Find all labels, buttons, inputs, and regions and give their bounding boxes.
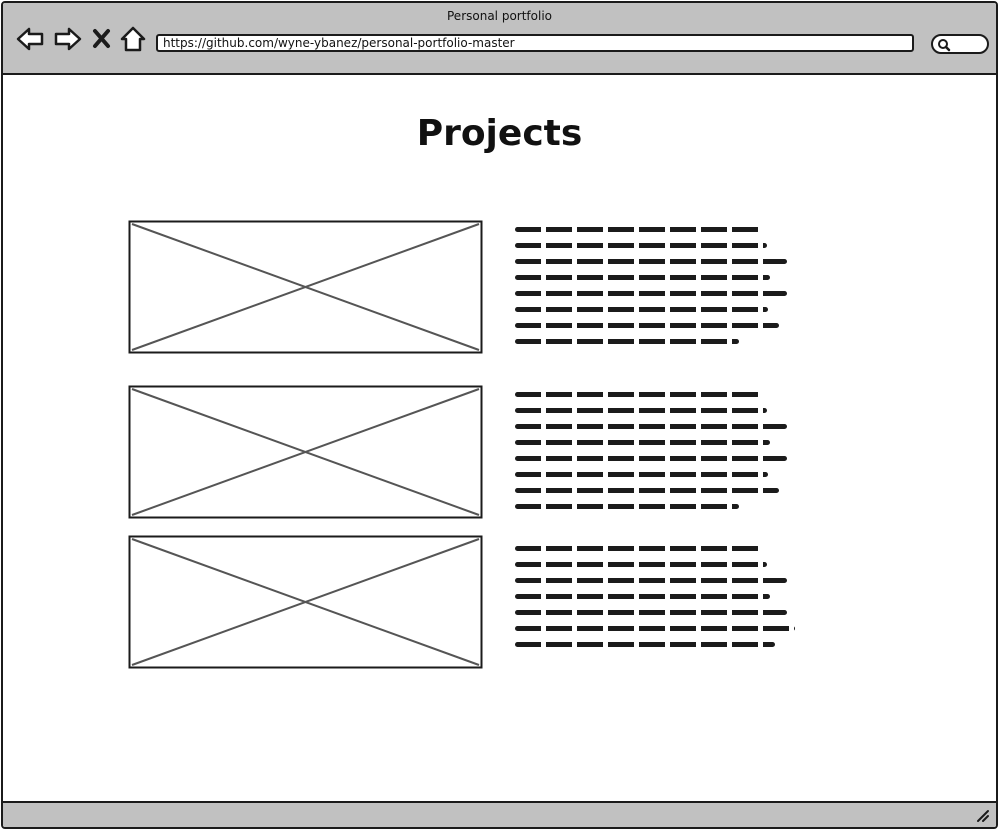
arrow-left-icon: [16, 27, 44, 51]
text-line: [515, 227, 760, 232]
forward-button[interactable]: [53, 25, 83, 53]
image-placeholder-icon: [128, 535, 483, 669]
search-input[interactable]: [931, 34, 989, 54]
project-description: [515, 227, 805, 355]
text-line: [515, 275, 770, 280]
text-line: [515, 626, 795, 631]
text-line: [515, 259, 787, 264]
window-title: Personal portfolio: [447, 9, 552, 23]
text-line: [515, 546, 760, 551]
browser-window: Personal portfolio https://github.com/wy…: [1, 1, 998, 829]
text-line: [515, 424, 787, 429]
text-line: [515, 307, 768, 312]
close-icon: [93, 29, 110, 48]
stop-button[interactable]: [91, 25, 113, 53]
project-description: [515, 392, 805, 520]
home-button[interactable]: [119, 25, 147, 53]
text-line: [515, 339, 739, 344]
project-image[interactable]: [128, 385, 483, 519]
page-title: Projects: [416, 113, 583, 154]
project-image[interactable]: [128, 535, 483, 669]
image-placeholder-icon: [128, 220, 483, 354]
text-line: [515, 594, 770, 599]
search-icon: [938, 39, 951, 52]
image-placeholder-icon: [128, 385, 483, 519]
text-line: [515, 488, 779, 493]
page-content: Projects: [3, 75, 996, 805]
arrow-right-icon: [54, 27, 82, 51]
text-line: [515, 610, 787, 615]
resize-grip-icon[interactable]: [976, 809, 990, 823]
home-icon: [120, 26, 146, 52]
status-bar: [3, 801, 996, 827]
text-line: [515, 504, 739, 509]
project-description: [515, 546, 805, 658]
text-line: [515, 291, 787, 296]
text-line: [515, 392, 760, 397]
text-line: [515, 440, 770, 445]
browser-toolbar: Personal portfolio https://github.com/wy…: [3, 3, 996, 75]
text-line: [515, 243, 767, 248]
text-line: [515, 408, 767, 413]
address-bar[interactable]: https://github.com/wyne-ybanez/personal-…: [156, 34, 914, 52]
text-line: [515, 323, 779, 328]
text-line: [515, 642, 775, 647]
back-button[interactable]: [15, 25, 45, 53]
text-line: [515, 456, 787, 461]
text-line: [515, 472, 768, 477]
project-image[interactable]: [128, 220, 483, 354]
text-line: [515, 562, 767, 567]
text-line: [515, 578, 787, 583]
